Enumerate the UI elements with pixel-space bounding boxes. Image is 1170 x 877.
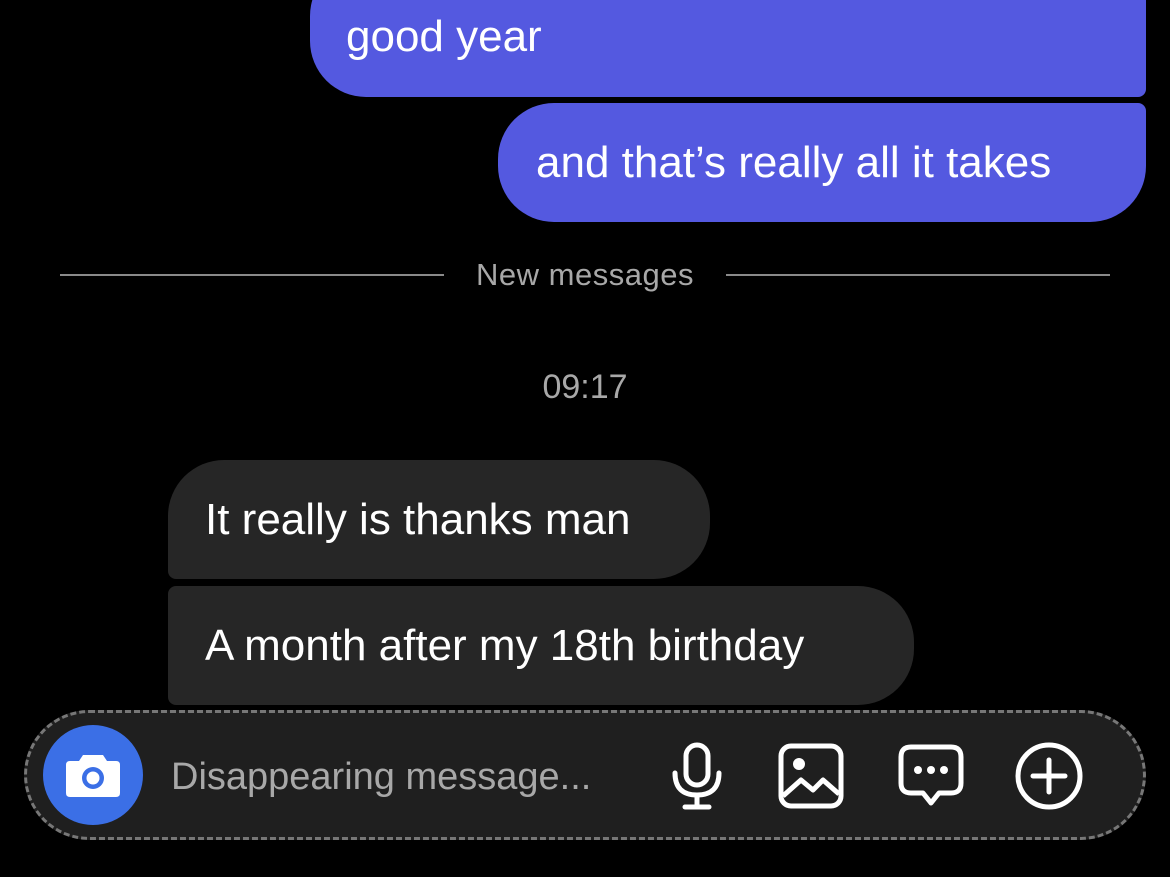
more-button[interactable] xyxy=(1011,738,1087,814)
sticker-button[interactable] xyxy=(893,738,969,814)
sent-message-bubble[interactable]: good year xyxy=(310,0,1146,97)
gallery-button[interactable] xyxy=(773,738,849,814)
message-text: It really is thanks man xyxy=(205,494,631,544)
divider-line xyxy=(725,274,1111,276)
sticker-icon xyxy=(898,744,964,806)
image-icon xyxy=(778,743,844,809)
plus-icon xyxy=(1015,742,1083,810)
new-messages-divider: New messages xyxy=(60,252,1111,298)
received-message-bubble[interactable]: A month after my 18th birthday xyxy=(168,586,914,705)
message-input[interactable] xyxy=(171,749,641,805)
chat-screen: good year and that’s really all it takes… xyxy=(0,0,1170,877)
microphone-icon xyxy=(672,742,722,810)
camera-button[interactable] xyxy=(43,725,143,825)
camera-icon xyxy=(66,755,120,797)
message-text: good year xyxy=(346,12,542,61)
message-composer xyxy=(24,710,1146,840)
message-timestamp: 09:17 xyxy=(542,368,628,406)
received-message-bubble[interactable]: It really is thanks man xyxy=(168,460,710,579)
new-messages-label: New messages xyxy=(476,257,694,292)
message-text: and that’s really all it takes xyxy=(536,137,1052,187)
microphone-button[interactable] xyxy=(659,738,735,814)
divider-line xyxy=(60,274,445,276)
message-text: A month after my 18th birthday xyxy=(205,620,805,670)
sent-message-bubble[interactable]: and that’s really all it takes xyxy=(498,103,1146,222)
